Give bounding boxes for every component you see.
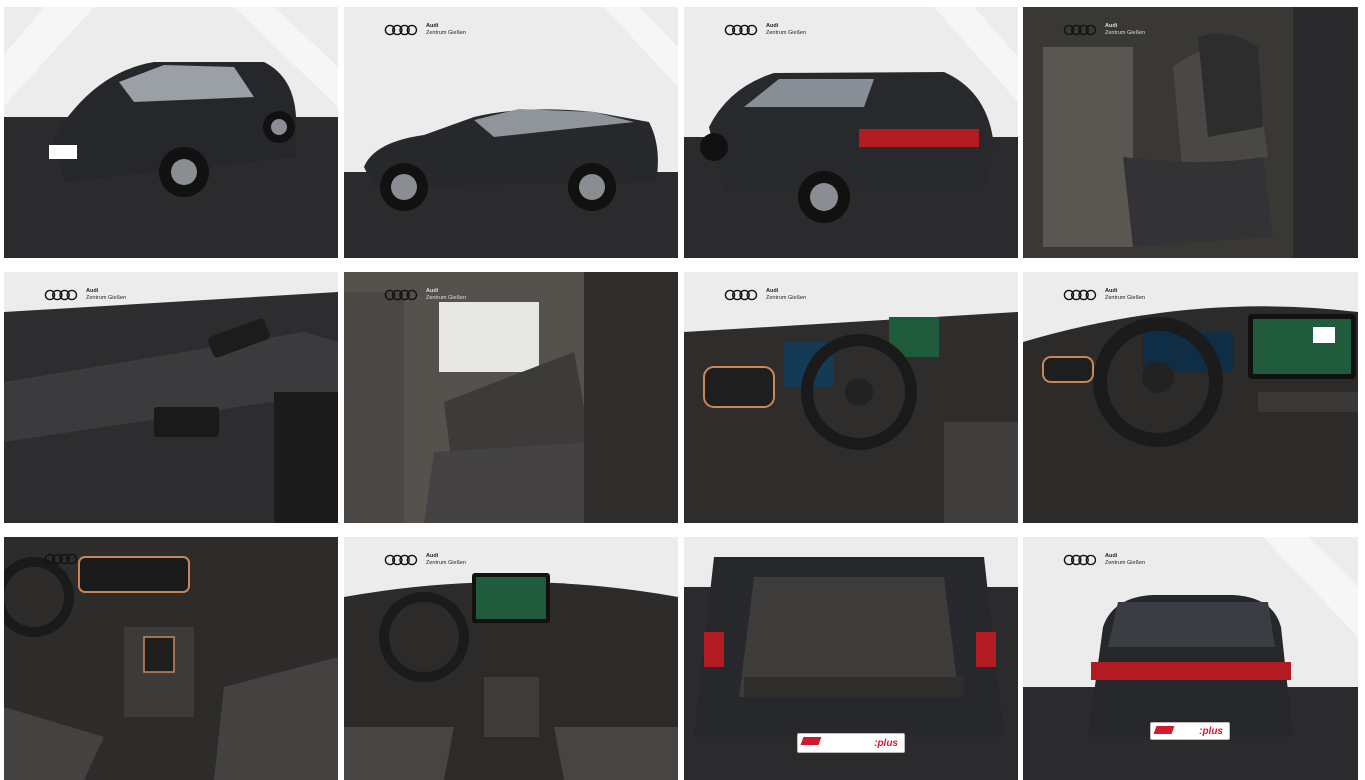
dealer-brand: Audi — [426, 288, 439, 294]
dealer-logo: Audi Zentrum Gießen — [1063, 288, 1145, 302]
dealer-brand: Audi — [426, 23, 439, 29]
dealer-location: Zentrum Gießen — [1105, 295, 1146, 301]
dealer-logo: Audi Zentrum Gießen — [1063, 23, 1145, 37]
door-panel-image — [4, 272, 338, 523]
dealer-brand: Audi — [766, 288, 779, 294]
dashboard-wide-image — [344, 537, 678, 780]
audi-rings-icon — [384, 289, 418, 301]
audi-rings-icon — [724, 289, 758, 301]
photo-tile-cockpit-front[interactable]: Audi Zentrum Gießen — [1023, 272, 1358, 523]
dealer-brand: Audi — [426, 553, 439, 559]
dealer-brand: Audi — [1105, 553, 1118, 559]
dealer-location: Zentrum Gießen — [86, 295, 127, 301]
dealer-location: Zentrum Gießen — [766, 295, 807, 301]
dealer-logo: Audi Zentrum Gießen — [724, 23, 806, 37]
car-front-three-quarter-image — [4, 7, 338, 258]
dealer-logo: Audi Zentrum Gießen — [384, 553, 466, 567]
photo-tile-trunk[interactable]: :plus — [684, 537, 1018, 780]
photo-tile-cockpit-side[interactable]: Audi Zentrum Gießen — [684, 272, 1018, 523]
dealer-location: Zentrum Gießen — [1105, 560, 1146, 566]
audi-rings-icon — [44, 289, 78, 301]
license-plate: :plus — [797, 733, 905, 753]
photo-tile-exterior-front[interactable] — [4, 7, 338, 258]
car-rear-three-quarter-image — [684, 7, 1018, 258]
photo-tile-exterior-rear-three-quarter[interactable]: Audi Zentrum Gießen — [684, 7, 1018, 258]
dealer-brand: Audi — [1105, 288, 1118, 294]
dealer-logo: Audi Zentrum Gießen — [384, 23, 466, 37]
car-rear-image — [1023, 537, 1358, 780]
audi-rings-icon — [724, 24, 758, 36]
photo-tile-door-panel[interactable]: Audi Zentrum Gießen — [4, 272, 338, 523]
photo-tile-exterior-side[interactable]: Audi Zentrum Gießen — [344, 7, 678, 258]
photo-gallery: Audi Zentrum Gießen Audi Zentrum Gießen … — [0, 0, 1365, 780]
front-seats-image — [1023, 7, 1358, 258]
dealer-location: Zentrum Gießen — [426, 30, 467, 36]
dealer-plate-mark-icon — [800, 737, 822, 745]
audi-rings-icon — [1063, 289, 1097, 301]
center-console-image — [4, 537, 338, 780]
audi-rings-icon — [384, 554, 418, 566]
photo-tile-exterior-rear[interactable]: Audi Zentrum Gießen :plus — [1023, 537, 1358, 780]
dealer-logo — [44, 553, 78, 565]
plate-text: :plus — [874, 737, 898, 749]
car-side-image — [344, 7, 678, 258]
dealer-logo: Audi Zentrum Gießen — [1063, 553, 1145, 567]
dealer-logo: Audi Zentrum Gießen — [44, 288, 126, 302]
cockpit-side-image — [684, 272, 1018, 523]
dealer-plate-mark-icon — [1153, 726, 1175, 734]
plate-text: :plus — [1199, 725, 1223, 737]
dealer-location: Zentrum Gießen — [426, 560, 467, 566]
audi-rings-icon — [1063, 554, 1097, 566]
license-plate: :plus — [1150, 722, 1230, 740]
dealer-brand: Audi — [86, 288, 99, 294]
dealer-brand: Audi — [766, 23, 779, 29]
dealer-location: Zentrum Gießen — [1105, 30, 1146, 36]
photo-tile-rear-seats[interactable]: Audi Zentrum Gießen — [344, 272, 678, 523]
audi-rings-icon — [384, 24, 418, 36]
dealer-brand: Audi — [1105, 23, 1118, 29]
audi-rings-icon — [44, 553, 78, 565]
photo-tile-dashboard-wide[interactable]: Audi Zentrum Gießen — [344, 537, 678, 780]
rear-seats-image — [344, 272, 678, 523]
dealer-location: Zentrum Gießen — [426, 295, 467, 301]
dealer-logo: Audi Zentrum Gießen — [384, 288, 466, 302]
photo-tile-front-seats[interactable]: Audi Zentrum Gießen — [1023, 7, 1358, 258]
cockpit-front-image — [1023, 272, 1358, 523]
dealer-logo: Audi Zentrum Gießen — [724, 288, 806, 302]
audi-rings-icon — [1063, 24, 1097, 36]
photo-tile-center-console[interactable] — [4, 537, 338, 780]
dealer-location: Zentrum Gießen — [766, 30, 807, 36]
